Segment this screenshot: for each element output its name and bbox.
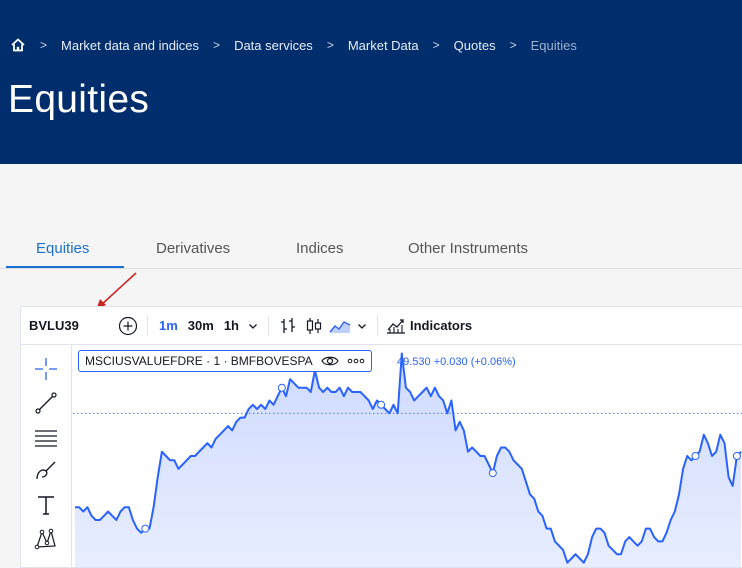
breadcrumb-item[interactable]: Market Data (348, 38, 419, 53)
eye-icon[interactable] (320, 355, 339, 367)
data-point-marker (377, 400, 386, 409)
chart-toolbar: BVLU39 1m 30m 1h Indicators (21, 307, 742, 345)
toolbar-divider (377, 315, 378, 336)
page-header: > Market data and indices > Data service… (0, 0, 742, 164)
data-point-marker (732, 452, 741, 460)
tab-equities[interactable]: Equities (36, 240, 89, 257)
interval-1h[interactable]: 1h (224, 318, 239, 333)
pattern-icon[interactable] (34, 527, 58, 551)
chart-widget: BVLU39 1m 30m 1h Indicators MSCIUSVALUEF… (20, 306, 742, 568)
page-title: Equities (8, 78, 150, 121)
symbol-search[interactable]: BVLU39 (29, 318, 115, 333)
chart-style-menu-button[interactable] (353, 312, 371, 340)
breadcrumb: > Market data and indices > Data service… (10, 36, 577, 54)
interval-30m[interactable]: 30m (188, 318, 214, 333)
horizontal-lines-icon[interactable] (34, 425, 58, 449)
plus-circle-icon (118, 316, 138, 335)
price-chart (73, 352, 742, 567)
chevron-right-icon: > (432, 38, 440, 52)
active-tab-indicator (6, 266, 124, 268)
area-style-button[interactable] (327, 312, 353, 340)
chart-plot-area[interactable]: MSCIUSVALUEFDRE · 1 · BMFBOVESPA 49.530 … (73, 345, 742, 567)
data-point-marker (277, 383, 286, 392)
more-dots-icon[interactable] (347, 358, 365, 364)
bar-style-button[interactable] (275, 312, 301, 340)
brush-icon[interactable] (34, 459, 58, 483)
trend-line-icon[interactable] (34, 391, 58, 415)
crosshair-icon[interactable] (34, 357, 58, 381)
indicators-label: Indicators (410, 318, 473, 333)
toolbar-divider (268, 315, 269, 336)
data-point-marker (488, 469, 497, 478)
breadcrumb-item[interactable]: Data services (234, 38, 313, 53)
tab-indices[interactable]: Indices (296, 240, 344, 257)
drawing-toolbar (21, 345, 72, 567)
tab-derivatives[interactable]: Derivatives (156, 240, 230, 257)
breadcrumb-item[interactable]: Quotes (454, 38, 496, 53)
chevron-right-icon: > (509, 38, 517, 52)
bar-chart-icon (281, 317, 295, 333)
chevron-right-icon: > (213, 38, 221, 52)
interval-menu-button[interactable] (244, 312, 262, 340)
breadcrumb-current: Equities (530, 37, 577, 53)
data-point-marker (691, 452, 700, 460)
candlestick-icon (306, 317, 322, 334)
text-icon[interactable] (34, 493, 58, 517)
breadcrumb-item[interactable]: Market data and indices (61, 38, 199, 53)
chevron-down-icon (249, 323, 257, 329)
indicators-button[interactable]: Indicators (384, 312, 474, 340)
legend-title: MSCIUSVALUEFDRE · 1 · BMFBOVESPA (85, 354, 313, 368)
home-icon[interactable] (10, 37, 26, 53)
interval-1m[interactable]: 1m (159, 318, 178, 333)
series-legend[interactable]: MSCIUSVALUEFDRE · 1 · BMFBOVESPA (78, 350, 372, 372)
add-symbol-button[interactable] (115, 312, 141, 340)
chevron-down-icon (358, 323, 366, 329)
chevron-right-icon: > (326, 38, 334, 52)
toolbar-divider (147, 315, 148, 336)
price-readout: 49.530 +0.030 (+0.06%) (397, 356, 516, 368)
instrument-tabs: Equities Derivatives Indices Other Instr… (0, 232, 742, 269)
chevron-right-icon: > (40, 38, 48, 52)
indicators-icon (387, 318, 405, 334)
candle-style-button[interactable] (301, 312, 327, 340)
data-point-marker (141, 524, 150, 533)
tab-other-instruments[interactable]: Other Instruments (408, 240, 528, 257)
area-chart-icon (329, 320, 351, 333)
